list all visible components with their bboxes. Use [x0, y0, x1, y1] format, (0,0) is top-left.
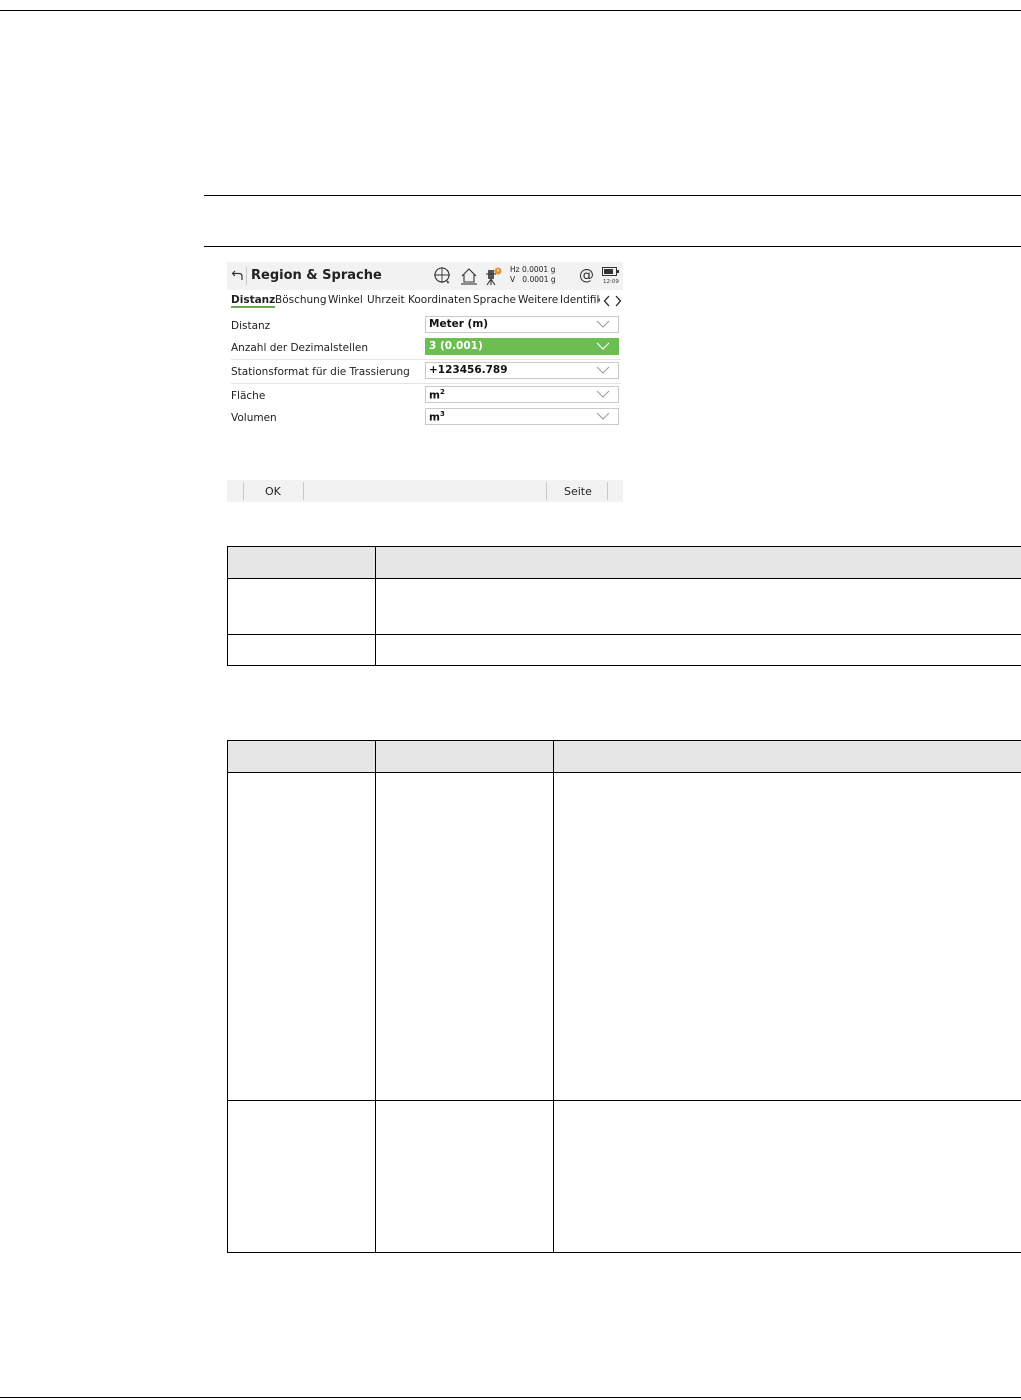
table-cell — [227, 634, 376, 666]
value-stationsformat: +123456.789 — [429, 364, 508, 376]
table-header-cell — [375, 546, 1021, 579]
select-stationsformat[interactable]: +123456.789 — [425, 362, 619, 379]
field-description-table — [227, 740, 1021, 1253]
section-rule-top — [204, 195, 1021, 196]
title-separator — [246, 267, 247, 285]
softkey-table — [227, 546, 1021, 666]
softkey-divider — [303, 482, 304, 500]
table-cell — [375, 772, 554, 1101]
tab-winkel[interactable]: Winkel — [328, 294, 363, 306]
chevron-left-icon[interactable] — [603, 295, 611, 307]
tab-uhrzeit[interactable]: Uhrzeit — [367, 294, 405, 306]
angle-readout: Hz 0.0001 g V 0.0001 g — [510, 265, 556, 285]
clock: 12:09 — [603, 279, 619, 285]
tab-weitere[interactable]: Weitere — [518, 294, 558, 306]
table-row — [227, 578, 1021, 635]
label-stationsformat: Stationsformat für die Trassierung — [231, 366, 410, 378]
softkey-divider — [243, 482, 244, 500]
label-distanz: Distanz — [231, 320, 271, 332]
table-cell — [227, 772, 376, 1101]
tab-distanz[interactable]: Distanz — [231, 294, 276, 308]
value-flaeche-unit: m — [429, 389, 440, 402]
footer-rule — [0, 1397, 1021, 1398]
table-cell — [375, 634, 1021, 666]
title-bar: Region & Sprache Hz 0.0001 g V 0.0001 g … — [227, 262, 623, 290]
value-volumen-exponent: 3 — [439, 410, 445, 418]
chevron-down-icon — [596, 412, 610, 420]
value-dezimalstellen: 3 (0.001) — [429, 340, 483, 352]
softkey-divider — [546, 482, 547, 500]
chevron-right-icon[interactable] — [614, 295, 622, 307]
value-distanz: Meter (m) — [429, 318, 489, 330]
table-cell — [227, 578, 376, 635]
value-flaeche: m2 — [429, 388, 445, 402]
section-rule-bottom — [204, 246, 1021, 247]
select-flaeche[interactable]: m2 — [425, 386, 619, 403]
chevron-down-icon — [596, 342, 610, 350]
table-cell — [553, 772, 1021, 1101]
tab-bar: Distanz Böschung Winkel Uhrzeit Koordina… — [227, 292, 623, 310]
table-row — [227, 1100, 1021, 1253]
chevron-down-icon — [596, 320, 610, 328]
page-button[interactable]: Seite — [564, 485, 592, 498]
back-arrow-icon[interactable] — [231, 268, 245, 282]
table-header-cell — [227, 546, 376, 579]
table-cell — [375, 1100, 554, 1253]
at-sign-icon[interactable]: @ — [579, 266, 594, 284]
value-flaeche-exponent: 2 — [439, 388, 445, 396]
hz-readout: Hz 0.0001 g — [510, 265, 556, 274]
value-volumen: m3 — [429, 410, 445, 424]
chevron-down-icon — [596, 366, 610, 374]
battery-icon[interactable] — [602, 266, 620, 278]
device-screen: Region & Sprache Hz 0.0001 g V 0.0001 g … — [227, 262, 623, 504]
table-cell — [553, 1100, 1021, 1253]
softkey-bar: OK Seite — [227, 480, 623, 502]
table-header-cell — [375, 740, 554, 773]
chevron-down-icon — [596, 390, 610, 398]
row-divider — [231, 383, 621, 384]
table-header-cell — [227, 740, 376, 773]
value-volumen-unit: m — [429, 411, 440, 424]
select-volumen[interactable]: m3 — [425, 408, 619, 425]
tab-koordinaten[interactable]: Koordinaten — [408, 294, 471, 306]
tab-boeschung[interactable]: Böschung — [275, 294, 327, 306]
table-header-row — [227, 546, 1021, 579]
crosshair-target-icon[interactable] — [433, 266, 453, 286]
tab-sprache[interactable]: Sprache — [473, 294, 516, 306]
table-header-cell — [553, 740, 1021, 773]
home-icon[interactable] — [459, 266, 479, 286]
header-rule — [0, 10, 1021, 11]
label-volumen: Volumen — [231, 412, 277, 424]
label-dezimalstellen: Anzahl der Dezimalstellen — [231, 342, 369, 354]
select-dezimalstellen[interactable]: 3 (0.001) — [425, 338, 619, 355]
tab-identifik[interactable]: Identifik — [560, 294, 600, 306]
table-row — [227, 772, 1021, 1101]
select-distanz[interactable]: Meter (m) — [425, 316, 619, 333]
table-row — [227, 634, 1021, 666]
ok-button[interactable]: OK — [265, 485, 281, 498]
table-cell — [227, 1100, 376, 1253]
softkey-divider — [607, 482, 608, 500]
total-station-warning-icon[interactable] — [483, 266, 503, 286]
screen-title: Region & Sprache — [251, 268, 382, 283]
v-readout: V 0.0001 g — [510, 275, 556, 284]
label-flaeche: Fläche — [231, 390, 266, 402]
table-cell — [375, 578, 1021, 635]
table-header-row — [227, 740, 1021, 773]
row-divider — [231, 359, 621, 360]
